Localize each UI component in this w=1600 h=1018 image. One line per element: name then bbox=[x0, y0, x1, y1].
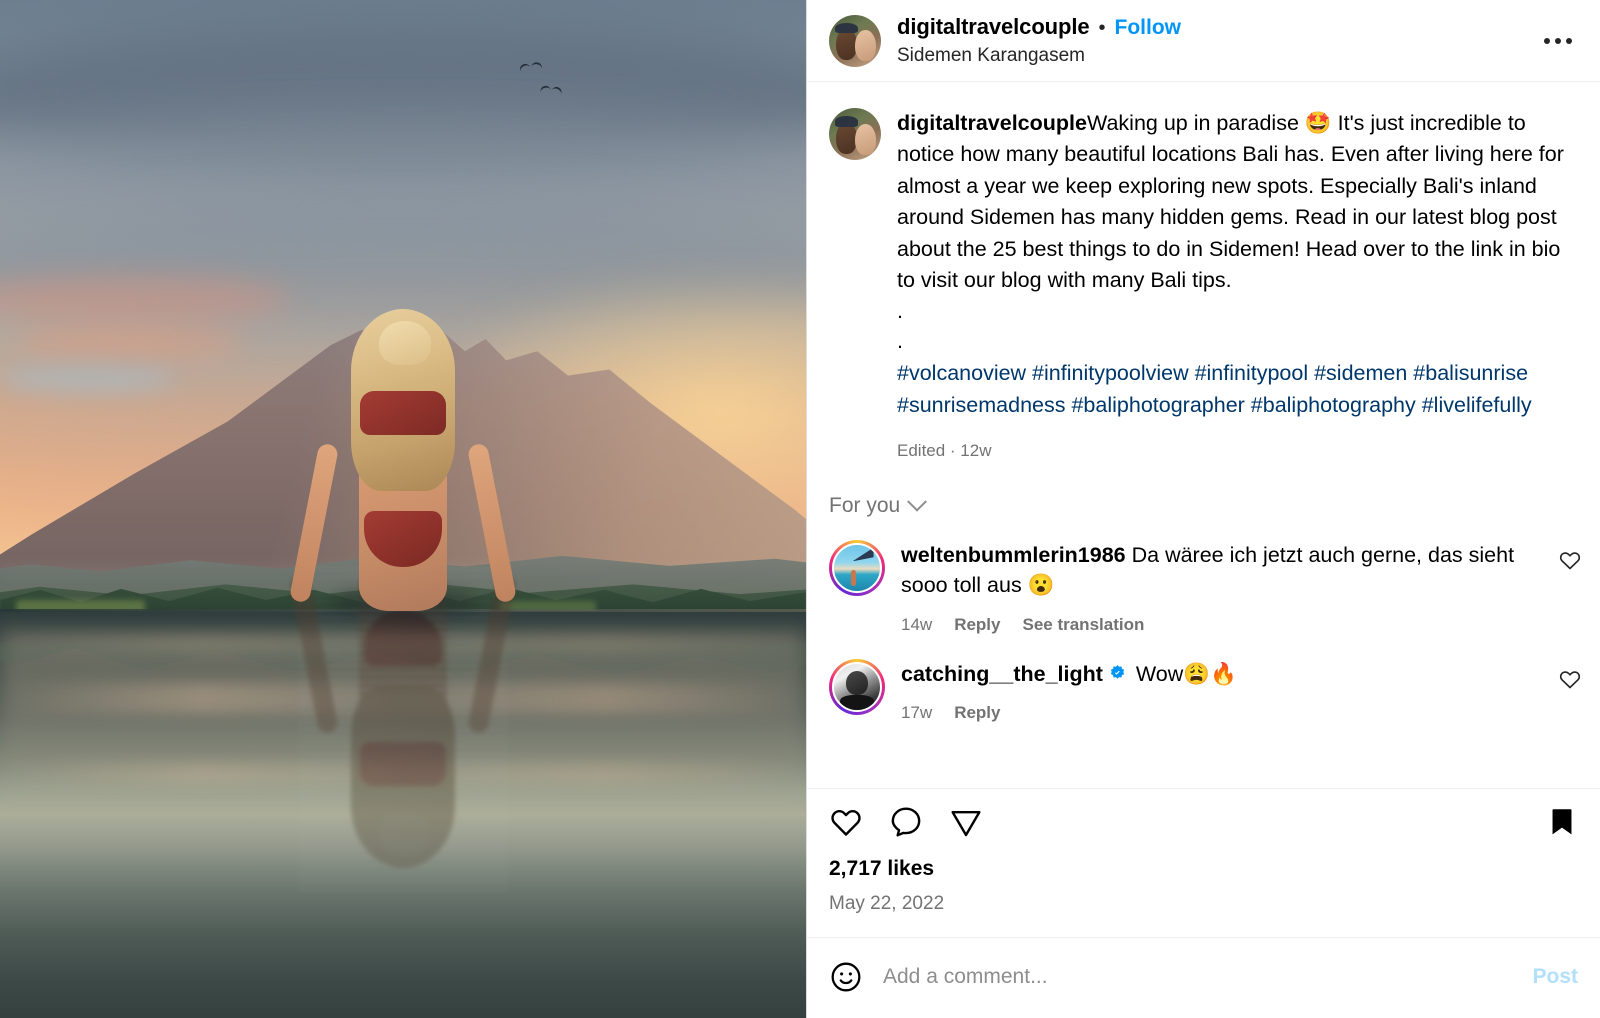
post-photo bbox=[0, 0, 806, 1018]
ellipsis-icon bbox=[1555, 37, 1561, 44]
caption-body: Waking up in paradise 🤩 It's just incred… bbox=[897, 111, 1564, 292]
like-button[interactable] bbox=[829, 805, 863, 839]
comment-reply-button[interactable]: Reply bbox=[954, 613, 1000, 637]
likes-count[interactable]: 2,717 likes bbox=[829, 857, 1578, 881]
bird-silhouette bbox=[540, 85, 562, 99]
author-avatar[interactable] bbox=[829, 14, 881, 67]
author-info: digitaltravelcouple • Follow Sidemen Kar… bbox=[897, 14, 1532, 67]
caption-meta: Edited · 12w bbox=[897, 441, 992, 460]
comment-body: catching__the_light Wow😩🔥 17w Reply bbox=[901, 659, 1584, 726]
emoji-smiley-icon bbox=[831, 962, 861, 992]
share-paper-plane-icon bbox=[951, 811, 981, 837]
comment-meta: 14w Reply See translation bbox=[901, 613, 1538, 637]
heart-outline-icon bbox=[1559, 671, 1581, 689]
comment-meta: 17w Reply bbox=[901, 701, 1538, 725]
post-actions: 2,717 likes May 22, 2022 bbox=[807, 788, 1600, 937]
save-button[interactable] bbox=[1546, 806, 1578, 838]
commenter-avatar[interactable] bbox=[832, 661, 882, 712]
comments-filter-label: For you bbox=[829, 493, 901, 517]
instagram-post: digitaltravelcouple • Follow Sidemen Kar… bbox=[0, 0, 1600, 1018]
post-caption: digitaltravelcoupleWaking up in paradise… bbox=[829, 82, 1584, 464]
more-options-button[interactable] bbox=[1532, 28, 1584, 54]
commenter-username[interactable]: weltenbummlerin1986 bbox=[901, 543, 1126, 567]
comment-button[interactable] bbox=[889, 805, 923, 839]
woman-figure bbox=[288, 281, 518, 615]
comment-item: weltenbummlerin1986 Da wäree ich jetzt a… bbox=[829, 518, 1584, 637]
comment-translate-button[interactable]: See translation bbox=[1022, 613, 1144, 637]
comment-like-button[interactable] bbox=[1558, 548, 1582, 577]
separator-dot: • bbox=[1098, 17, 1106, 39]
share-button[interactable] bbox=[949, 805, 983, 839]
caption-text: digitaltravelcoupleWaking up in paradise… bbox=[897, 108, 1584, 464]
post-media[interactable] bbox=[0, 0, 806, 1018]
caption-author-avatar[interactable] bbox=[829, 108, 881, 160]
commenter-avatar[interactable] bbox=[832, 542, 882, 593]
comment-item: catching__the_light Wow😩🔥 17w Reply bbox=[829, 637, 1584, 726]
story-ring[interactable] bbox=[829, 658, 885, 715]
pink-cloud bbox=[16, 325, 242, 360]
woman-reflection bbox=[288, 565, 518, 896]
caption-hashtags[interactable]: #volcanoview #infinitypoolview #infinity… bbox=[897, 358, 1584, 421]
comment-bubble-icon bbox=[891, 807, 921, 837]
bird-silhouette bbox=[519, 62, 542, 77]
post-header: digitaltravelcouple • Follow Sidemen Kar… bbox=[807, 0, 1600, 82]
post-side-panel: digitaltravelcouple • Follow Sidemen Kar… bbox=[806, 0, 1600, 1018]
post-comment-button[interactable]: Post bbox=[1532, 965, 1578, 989]
post-location[interactable]: Sidemen Karangasem bbox=[897, 45, 1532, 67]
author-username[interactable]: digitaltravelcouple bbox=[897, 14, 1090, 40]
heart-outline-icon bbox=[831, 810, 861, 836]
heart-outline-icon bbox=[1559, 552, 1581, 570]
caption-dot-line: . bbox=[897, 299, 903, 324]
comment-like-button[interactable] bbox=[1558, 667, 1582, 696]
add-comment-input[interactable] bbox=[883, 965, 1517, 989]
bookmark-filled-icon bbox=[1552, 809, 1572, 835]
comment-timestamp: 17w bbox=[901, 703, 933, 723]
cap-detail bbox=[835, 22, 859, 34]
commenter-username[interactable]: catching__the_light bbox=[901, 662, 1103, 686]
comment-text: Wow😩🔥 bbox=[1129, 661, 1237, 686]
chevron-down-icon bbox=[907, 491, 928, 512]
add-comment-bar: Post bbox=[807, 937, 1600, 1018]
comments-scroll-area[interactable]: digitaltravelcoupleWaking up in paradise… bbox=[807, 82, 1600, 788]
comment-timestamp: 14w bbox=[901, 614, 933, 634]
story-ring[interactable] bbox=[829, 539, 885, 596]
emoji-picker-button[interactable] bbox=[829, 960, 863, 994]
ellipsis-icon bbox=[1566, 37, 1572, 44]
comments-filter-dropdown[interactable]: For you bbox=[829, 491, 1584, 518]
caption-dot-line: . bbox=[897, 329, 903, 354]
action-icon-row bbox=[829, 805, 1578, 839]
ellipsis-icon bbox=[1544, 37, 1550, 44]
comment-reply-button[interactable]: Reply bbox=[954, 701, 1000, 725]
follow-button[interactable]: Follow bbox=[1115, 16, 1182, 40]
comment-body: weltenbummlerin1986 Da wäree ich jetzt a… bbox=[901, 540, 1584, 637]
verified-badge-icon bbox=[1108, 664, 1127, 683]
post-date: May 22, 2022 bbox=[829, 893, 945, 914]
cap-detail bbox=[835, 116, 859, 127]
caption-username[interactable]: digitaltravelcouple bbox=[897, 111, 1087, 135]
